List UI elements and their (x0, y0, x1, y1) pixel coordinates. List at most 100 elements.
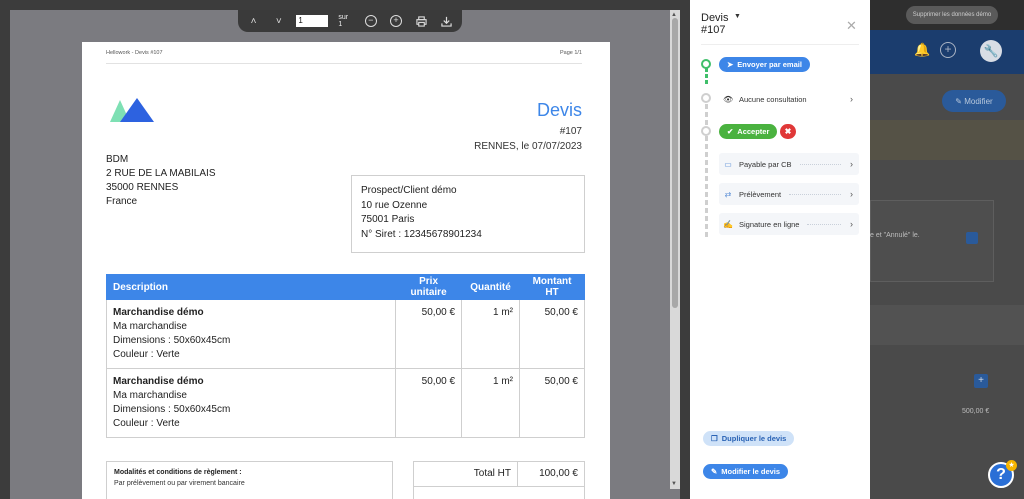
credit-card-icon: ▭ (724, 159, 732, 169)
client-line: N° Siret : 12345678901234 (361, 228, 482, 240)
item-amount: 50,00 € (519, 368, 585, 438)
chevron-right-icon: › (850, 189, 853, 199)
send-icon: ➤ (727, 60, 734, 69)
download-icon[interactable] (439, 13, 454, 29)
payment-terms-text: Par prélèvement ou par virement bancaire (114, 480, 245, 487)
column-header: Description (105, 274, 397, 300)
scroll-down-icon[interactable]: ▼ (671, 481, 677, 487)
option-label: Prélèvement (739, 189, 782, 199)
sender-line: France (106, 196, 138, 207)
star-badge-icon: ★ (1006, 460, 1017, 471)
background-band (870, 120, 1024, 160)
payment-terms-box: Modalités et conditions de règlement : P… (106, 461, 393, 499)
option-direct-debit[interactable]: ⇄ Prélèvement › (719, 183, 859, 205)
copy-icon: ❐ (711, 434, 718, 443)
background-card-text: e et "Annulé" le. (870, 232, 920, 239)
dotted-leader (807, 223, 841, 225)
panel-divider (701, 44, 859, 45)
item-quantity: 1 m² (461, 299, 521, 369)
consultation-label: Aucune consultation (739, 94, 807, 104)
timeline-line-pending (705, 104, 708, 240)
background-band-2 (870, 305, 1024, 345)
chevron-down-icon[interactable]: ˅ (271, 13, 286, 29)
table-row: Marchandise démo Ma marchandise Dimensio… (105, 368, 585, 438)
chevron-right-icon: › (850, 94, 853, 104)
item-detail: Couleur : Verte (113, 349, 180, 360)
item-detail: Ma marchandise (113, 390, 187, 401)
item-detail: Couleur : Verte (113, 418, 180, 429)
item-detail: Dimensions : 50x60x45cm (113, 335, 231, 346)
consultation-row[interactable]: 👁 Aucune consultation › (719, 88, 859, 110)
duplicate-quote-button[interactable]: ❐ Dupliquer le devis (703, 431, 795, 446)
option-card-payment[interactable]: ▭ Payable par CB › (719, 153, 859, 175)
page-number-input[interactable] (296, 15, 329, 27)
duplicate-label: Dupliquer le devis (721, 434, 787, 443)
item-unit-price: 50,00 € (395, 299, 463, 369)
panel-title[interactable]: Devis #107 (701, 12, 729, 36)
timeline-dot (701, 126, 711, 136)
background-add-icon[interactable]: + (974, 374, 988, 388)
scrollbar-thumb[interactable] (672, 18, 678, 308)
item-detail: Ma marchandise (113, 321, 187, 332)
page-header-right: Page 1/1 (559, 50, 582, 56)
panel-title-line: Devis (701, 12, 729, 24)
chevron-up-icon[interactable]: ˄ (246, 13, 261, 29)
sender-line: 35000 RENNES (106, 182, 179, 193)
caret-down-icon[interactable]: ▼ (734, 13, 741, 20)
eye-icon: 👁 (723, 94, 734, 104)
edit-quote-button[interactable]: ✎ Modifier le devis (703, 464, 789, 479)
background-app: Supprimer les données démo 🔔 + 🔧 ✎ Modif… (870, 0, 1024, 499)
column-header: Quantité (461, 274, 521, 300)
option-label: Payable par CB (739, 159, 792, 169)
item-quantity: 1 m² (461, 368, 521, 438)
page-header: Hellowork - Devis #107 Page 1/1 (106, 50, 582, 64)
item-detail: Dimensions : 50x60x45cm (113, 404, 231, 415)
background-edit-icon[interactable] (966, 232, 978, 244)
signature-icon: ✍ (723, 219, 733, 229)
wrench-icon[interactable]: 🔧 (980, 40, 1002, 62)
total-ht-label: Total HT (414, 462, 518, 486)
send-email-button[interactable]: ➤ Envoyer par email (719, 57, 810, 72)
sender-address: BDM 2 RUE DE LA MABILAIS 35000 RENNES Fr… (106, 153, 216, 209)
background-modifier-label: Modifier (964, 96, 993, 106)
document-title: Devis (536, 100, 582, 120)
plus-icon[interactable]: + (940, 42, 956, 58)
delete-demo-data-button[interactable]: Supprimer les données démo (906, 6, 998, 24)
pdf-toolbar: ˄ ˅ sur 1 − + (238, 10, 462, 32)
accept-label: Accepter (737, 127, 770, 136)
document-page: Hellowork - Devis #107 Page 1/1 Devis #1… (82, 42, 610, 499)
table-header-row: Description Prix unitaire Quantité Monta… (105, 274, 585, 300)
chevron-right-icon: › (850, 159, 853, 169)
totals-next-row (413, 486, 585, 499)
client-line: Prospect/Client démo (361, 185, 457, 196)
timeline-line-done (705, 68, 708, 86)
sender-line: 2 RUE DE LA MABILAIS (106, 168, 216, 179)
total-ht-value: 100,00 € (539, 468, 578, 479)
transfer-icon: ⇄ (724, 189, 732, 199)
total-ht-row: Total HT 100,00 € (413, 461, 585, 487)
document-city-date: RENNES, le 07/07/2023 (474, 141, 582, 152)
sender-line: BDM (106, 154, 129, 165)
accept-button[interactable]: ✔ Accepter (719, 124, 778, 139)
item-description: Marchandise démo Ma marchandise Dimensio… (105, 299, 397, 369)
bell-icon[interactable]: 🔔 (914, 42, 930, 58)
reject-button[interactable]: ✖ (780, 124, 796, 139)
zoom-in-icon[interactable]: + (388, 13, 403, 29)
option-label: Signature en ligne (739, 219, 800, 229)
background-modifier-button[interactable]: ✎ Modifier (942, 90, 1006, 112)
zoom-out-icon[interactable]: − (363, 13, 378, 29)
pencil-icon: ✎ (711, 467, 718, 476)
option-online-signature[interactable]: ✍ Signature en ligne › (719, 213, 859, 235)
item-amount: 50,00 € (519, 299, 585, 369)
item-description: Marchandise démo Ma marchandise Dimensio… (105, 368, 397, 438)
viewer-scrollbar[interactable]: ▲ ▼ (670, 10, 680, 489)
column-header: Montant HT (519, 274, 585, 300)
close-icon[interactable]: ✕ (846, 18, 857, 34)
print-icon[interactable] (414, 13, 429, 29)
panel-title-number: #107 (701, 24, 726, 36)
check-icon: ✔ (727, 127, 734, 136)
item-name: Marchandise démo (113, 307, 204, 318)
dotted-leader (789, 193, 841, 195)
page-header-left: Hellowork - Devis #107 (106, 50, 163, 56)
item-name: Marchandise démo (113, 376, 204, 387)
